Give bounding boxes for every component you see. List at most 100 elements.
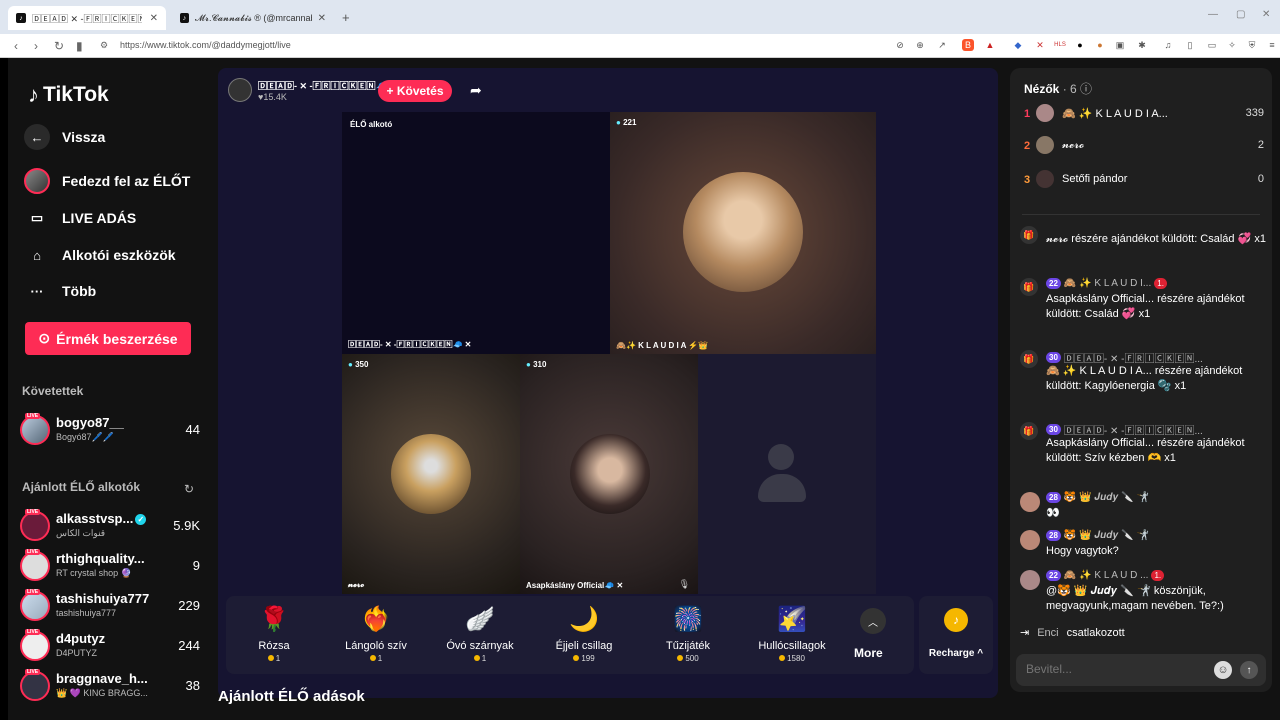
extension-icon[interactable]: ● — [1074, 39, 1086, 51]
avatar — [20, 415, 50, 445]
extension-icon[interactable]: ● — [1094, 39, 1106, 51]
help-icon: ⓘ — [1080, 82, 1093, 96]
guest-video[interactable]: ● 350 𝓷𝓮𝓻𝓸 — [342, 354, 520, 594]
gift-price: 1580 — [744, 654, 840, 663]
browser-tab-active[interactable]: ♪ 🄳🄴🄰🄳 ✕ -🄵🅁🄸🄲🄺🄴🄽🧢 (@d ✕ — [8, 6, 166, 30]
wallet-icon[interactable]: ▭ — [1206, 39, 1218, 51]
bookmark-icon[interactable]: ▮ — [76, 39, 83, 53]
chevron-up-icon: ︿ — [868, 617, 878, 629]
gift-item[interactable]: ❤️‍🔥 Lángoló szív 1 — [328, 596, 424, 674]
extensions-puzzle-icon[interactable]: ✱ — [1136, 39, 1148, 51]
viewer-row[interactable]: 3 Setőfi pándor 0 — [1024, 170, 1264, 190]
gift-name: Hullócsillagok — [758, 640, 826, 652]
camera-icon: ▭ — [30, 210, 44, 225]
gift-price: 500 — [640, 654, 736, 663]
join-icon: ⇥ — [1020, 627, 1030, 639]
sidebar-icon[interactable]: ▯ — [1184, 39, 1196, 51]
share-icon[interactable]: ↗ — [936, 39, 948, 51]
gift-item[interactable]: 🌹 Rózsa 1 — [226, 596, 322, 674]
viewer-count: 9 — [192, 558, 200, 573]
media-icon[interactable]: ♫ — [1162, 39, 1174, 51]
recharge-button[interactable]: ♪ Recharge ^ — [919, 596, 993, 674]
empty-guest-slot[interactable] — [698, 354, 876, 594]
guest-avatar — [683, 172, 803, 292]
close-window-icon[interactable]: ✕ — [1262, 9, 1270, 20]
follow-button[interactable]: + Követés — [378, 80, 452, 102]
gift-item[interactable]: 🪽 Óvó szárnyak 1 — [432, 596, 528, 674]
recommended-user[interactable]: LIVE d4putyz D4PUTYZ 244 — [20, 629, 200, 665]
forward-icon[interactable]: › — [34, 39, 38, 53]
recommended-user[interactable]: LIVE braggnave_h... 👑 💜 KING BRAGG... 38 — [20, 669, 200, 705]
more-label[interactable]: More — [854, 646, 883, 660]
gift-item[interactable]: 🌠 Hullócsillagok 1580 — [744, 596, 840, 674]
host-video[interactable]: ÉLŐ alkotó 🄳🄴🄰🄳- ✕ -🄵🅁🄸🄲🄺🄴🄽🧢 ✕ — [342, 112, 610, 354]
gift-price: 1 — [328, 654, 424, 663]
refresh-icon[interactable]: ↻ — [184, 482, 194, 496]
menu-creator-tools[interactable]: ⌂ Alkotói eszközök — [24, 242, 176, 268]
site-info-icon[interactable]: ⚙ — [100, 40, 108, 51]
user-sub: D4PUTYZ — [56, 648, 98, 658]
recommended-user[interactable]: LIVE tashishuiya777 tashishuiya777 229 — [20, 589, 200, 625]
avatar[interactable] — [1020, 570, 1040, 590]
menu-more[interactable]: ··· Több — [24, 278, 97, 304]
extension-icon[interactable]: ✕ — [1034, 39, 1046, 51]
guest-video[interactable]: ● 310 Asapkáslány Official🧢 ✕ 🎙 — [520, 354, 698, 594]
avatar[interactable] — [1020, 530, 1040, 550]
night-star-icon: 🌙 — [569, 605, 599, 633]
viewer-name: Setőfi pándor — [1062, 173, 1128, 185]
gift-name: Rózsa — [258, 640, 290, 652]
browser-tab[interactable]: ♪ 𝓜𝓻.𝓒𝓪𝓷𝓷𝓪𝓫𝓲𝓼 ® (@mrcannabis_ ✕ — [172, 6, 334, 30]
rewards-icon[interactable]: ▲ — [984, 39, 996, 51]
gift-item[interactable]: 🌙 Éjjeli csillag 199 — [536, 596, 632, 674]
hls-extension-icon[interactable]: HLS — [1054, 39, 1066, 51]
menu-explore-live[interactable]: Fedezd fel az ÉLŐT — [24, 168, 190, 194]
reload-icon[interactable]: ↻ — [54, 39, 64, 53]
extension-icon[interactable]: ▣ — [1114, 39, 1126, 51]
get-coins-button[interactable]: ⊙ Érmék beszerzése — [25, 322, 191, 355]
maximize-icon[interactable]: ▢ — [1236, 9, 1245, 20]
followed-user[interactable]: LIVE bogyo87__ Bogyó87🖊️🖊️ 44 — [20, 413, 200, 449]
viewer-row[interactable]: 2 𝓷𝓮𝓻𝓸 2 — [1024, 136, 1264, 156]
extension-icon[interactable]: ◆ — [1012, 39, 1024, 51]
send-arrow-icon[interactable]: ↑ — [1240, 661, 1258, 679]
brave-shield-icon[interactable]: B — [962, 39, 974, 51]
fireworks-icon: 🎆 — [673, 605, 703, 633]
recommended-user[interactable]: LIVE alkasstvsp... ✓ قنوات الكاس 5.9K — [20, 509, 200, 545]
recommended-user[interactable]: LIVE rthighquality... RT crystal shop 🔮 … — [20, 549, 200, 585]
zoom-icon[interactable]: ⊕ — [914, 39, 926, 51]
host-info[interactable]: 🄳🄴🄰🄳- ✕ -🄵🅁🄸🄲🄺🄴🄽🧢 ✕ ♥15.4K — [228, 78, 397, 102]
back-arrow-icon: ← — [24, 124, 50, 150]
share-arrow-icon[interactable]: ➦ — [470, 82, 482, 99]
menu-icon[interactable]: ≡ — [1266, 39, 1278, 51]
avatar[interactable] — [1020, 492, 1040, 512]
chat-message: 🎁 𝓷𝓮𝓻𝓸 részére ajándékot küldött: Család… — [1020, 226, 1266, 260]
tab-title: 𝓜𝓻.𝓒𝓪𝓷𝓷𝓪𝓫𝓲𝓼 ® (@mrcannabis_ — [194, 12, 312, 23]
translate-icon[interactable]: ⊘ — [894, 39, 906, 51]
gift-item[interactable]: 🎆 Tűzijáték 500 — [640, 596, 736, 674]
vpn-icon[interactable]: ⛨ — [1246, 39, 1258, 51]
avatar — [20, 551, 50, 581]
new-tab-button[interactable]: + — [342, 10, 350, 25]
emoji-icon[interactable]: ☺ — [1214, 661, 1232, 679]
back-icon[interactable]: ‹ — [14, 39, 18, 53]
avatar — [1036, 136, 1054, 154]
menu-live[interactable]: ▭ LIVE ADÁS — [24, 205, 136, 231]
viewer-row[interactable]: 1 🙈 ✨ K L A U D I A... 339 — [1024, 104, 1264, 124]
close-tab-icon[interactable]: ✕ — [150, 13, 158, 24]
recommended-lives-title: Ajánlott ÉLŐ adások — [218, 688, 365, 705]
chat-input[interactable] — [1026, 662, 1206, 676]
close-tab-icon[interactable]: ✕ — [318, 13, 326, 24]
menu-label: Alkotói eszközök — [62, 247, 176, 263]
leo-icon[interactable]: ✧ — [1226, 39, 1238, 51]
menu-label: Több — [62, 283, 97, 299]
url-field[interactable]: https://www.tiktok.com/@daddymegjott/liv… — [120, 40, 291, 50]
more-gifts-button[interactable]: ︿ — [860, 608, 886, 634]
menu-label: Fedezd fel az ÉLŐT — [62, 173, 191, 189]
shooting-stars-icon: 🌠 — [777, 605, 807, 633]
message-body: Asapkáslány Official... részére ajándéko… — [1046, 293, 1245, 320]
user-name: bogyo87__ — [56, 415, 124, 430]
guest-video[interactable]: ● 221 🙈✨ K L A U D I A ⚡👑 — [610, 112, 876, 354]
minimize-icon[interactable]: — — [1208, 9, 1218, 20]
menu-back[interactable]: ← Vissza — [24, 124, 105, 150]
tiktok-logo[interactable]: ♪ TikTok — [28, 82, 109, 108]
